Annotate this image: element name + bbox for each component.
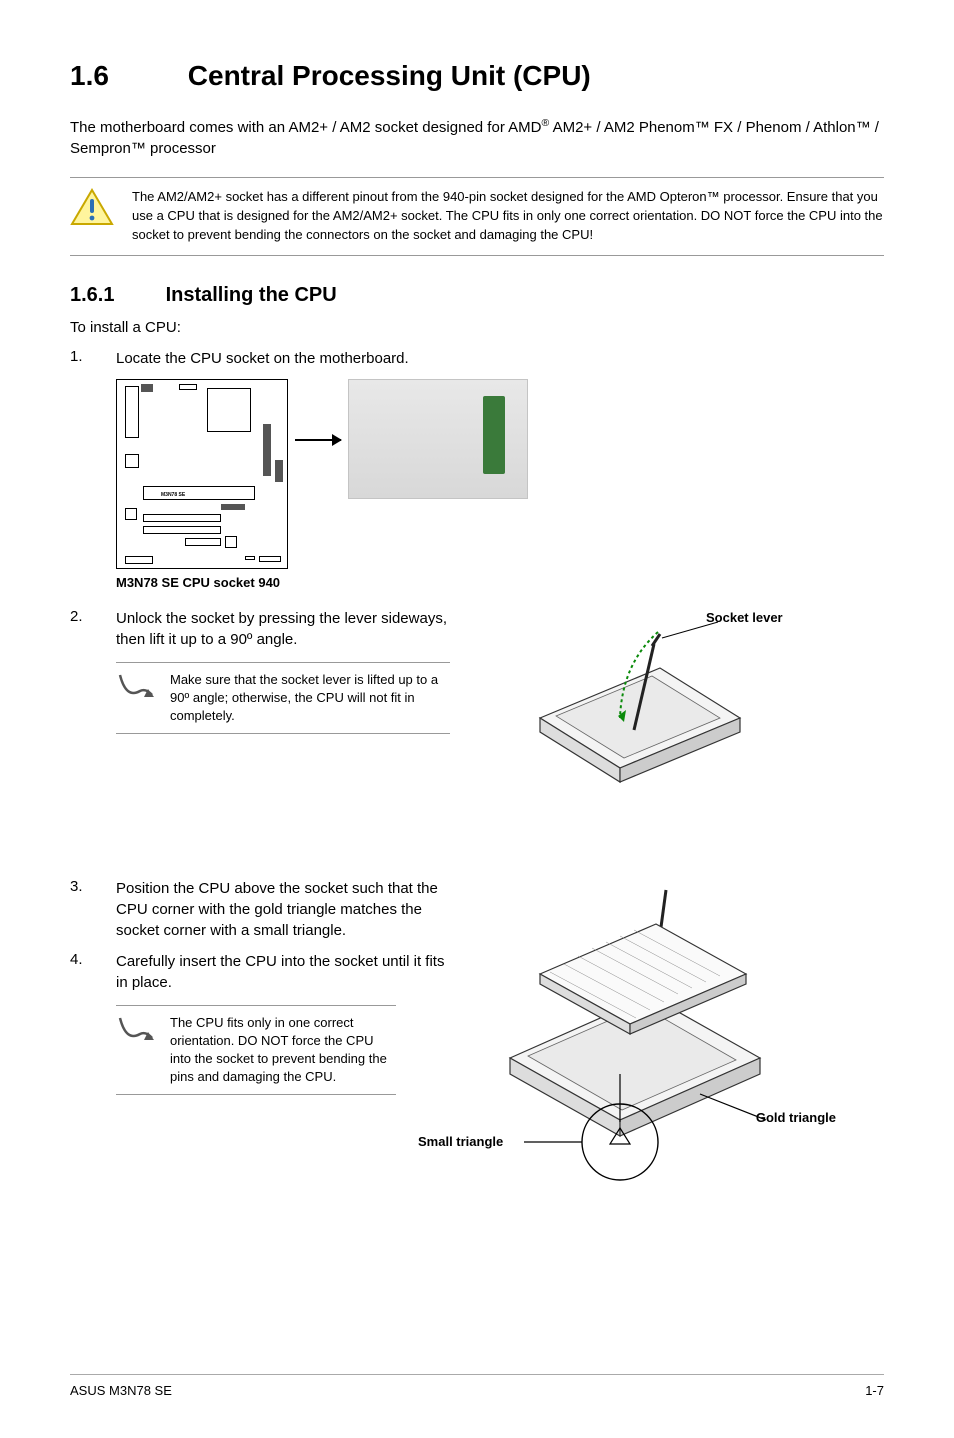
motherboard-model-label: M3N78 SE bbox=[161, 492, 185, 498]
socket-lever-illustration: Socket lever bbox=[470, 608, 790, 868]
step-2: 2. Unlock the socket by pressing the lev… bbox=[70, 608, 450, 650]
step-4-text: Carefully insert the CPU into the socket… bbox=[116, 951, 450, 993]
gold-triangle-label: Gold triangle bbox=[756, 1110, 836, 1125]
step-3-number: 3. bbox=[70, 878, 90, 941]
note-step4-text: The CPU fits only in one correct orienta… bbox=[170, 1014, 396, 1087]
step-4: 4. Carefully insert the CPU into the soc… bbox=[70, 951, 450, 993]
step-2-number: 2. bbox=[70, 608, 90, 650]
step2-row: 2. Unlock the socket by pressing the lev… bbox=[70, 608, 884, 868]
section-title-text: Central Processing Unit (CPU) bbox=[188, 60, 591, 91]
note-step2-text: Make sure that the socket lever is lifte… bbox=[170, 671, 450, 726]
motherboard-caption: M3N78 SE CPU socket 940 bbox=[116, 575, 884, 590]
caution-callout: The AM2/AM2+ socket has a different pino… bbox=[70, 177, 884, 256]
page-footer: ASUS M3N78 SE 1-7 bbox=[70, 1374, 884, 1398]
step-1-number: 1. bbox=[70, 348, 90, 369]
step-1: 1. Locate the CPU socket on the motherbo… bbox=[70, 348, 884, 369]
note-step2: Make sure that the socket lever is lifte… bbox=[116, 662, 450, 735]
caution-text: The AM2/AM2+ socket has a different pino… bbox=[132, 188, 884, 245]
intro-text-1: The motherboard comes with an AM2+ / AM2… bbox=[70, 119, 541, 136]
motherboard-diagram: M3N78 SE bbox=[116, 379, 288, 569]
step-4-number: 4. bbox=[70, 951, 90, 993]
subsection-title-text: Installing the CPU bbox=[166, 284, 337, 306]
cpu-photo bbox=[348, 379, 528, 499]
step-2-text: Unlock the socket by pressing the lever … bbox=[116, 608, 450, 650]
footer-product: ASUS M3N78 SE bbox=[70, 1383, 172, 1398]
step-3: 3. Position the CPU above the socket suc… bbox=[70, 878, 450, 941]
step34-row: 3. Position the CPU above the socket suc… bbox=[70, 878, 884, 1198]
footer-page-number: 1-7 bbox=[865, 1383, 884, 1398]
intro-paragraph: The motherboard comes with an AM2+ / AM2… bbox=[70, 116, 884, 159]
subsection-number: 1.6.1 bbox=[70, 284, 160, 307]
arrow-icon bbox=[295, 439, 341, 441]
motherboard-figure-row: M3N78 SE bbox=[116, 379, 884, 569]
subsection-heading: 1.6.1 Installing the CPU bbox=[70, 284, 884, 307]
small-triangle-label: Small triangle bbox=[418, 1134, 503, 1149]
note-icon bbox=[116, 671, 156, 703]
cpu-insert-illustration: Gold triangle Small triangle bbox=[470, 878, 830, 1198]
section-heading: 1.6 Central Processing Unit (CPU) bbox=[70, 60, 884, 92]
section-number: 1.6 bbox=[70, 60, 180, 92]
step-1-text: Locate the CPU socket on the motherboard… bbox=[116, 348, 409, 369]
note-icon bbox=[116, 1014, 156, 1046]
to-install-label: To install a CPU: bbox=[70, 317, 884, 338]
caution-icon bbox=[70, 188, 114, 226]
step-3-text: Position the CPU above the socket such t… bbox=[116, 878, 450, 941]
note-step4: The CPU fits only in one correct orienta… bbox=[116, 1005, 396, 1096]
socket-lever-label: Socket lever bbox=[706, 610, 783, 625]
